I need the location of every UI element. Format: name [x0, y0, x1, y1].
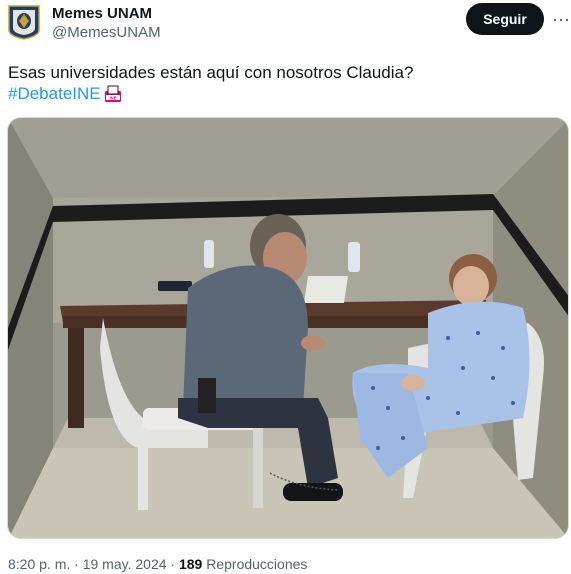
follow-button-label: Seguir	[483, 11, 527, 27]
author-handle[interactable]: @MemesUNAM	[52, 24, 161, 41]
tweet-time[interactable]: 8:20 p. m.	[8, 556, 70, 572]
hashtag-row: #DebateINE INE	[8, 84, 123, 104]
more-options-icon[interactable]: ⋯	[552, 10, 571, 31]
video-frame	[8, 118, 568, 538]
ine-ballot-emoji: INE	[104, 85, 121, 102]
avatar[interactable]	[7, 4, 41, 40]
tweet-text: Esas universidades están aquí con nosotr…	[8, 63, 414, 82]
meta-separator-2: ·	[170, 556, 176, 572]
tweet-media-video[interactable]	[7, 117, 569, 539]
follow-button[interactable]: Seguir	[466, 3, 544, 35]
meta-separator: ·	[74, 556, 79, 572]
emoji-text: INE	[109, 95, 116, 100]
tweet-meta: 8:20 p. m. · 19 may. 2024 · 189 Reproduc…	[8, 556, 307, 572]
author-name[interactable]: Memes UNAM	[52, 5, 152, 22]
hashtag-link[interactable]: #DebateINE	[8, 84, 101, 104]
views-count: 189	[178, 556, 203, 572]
views-label: Reproducciones	[206, 556, 308, 572]
tweet-date[interactable]: 19 may. 2024	[83, 556, 167, 572]
